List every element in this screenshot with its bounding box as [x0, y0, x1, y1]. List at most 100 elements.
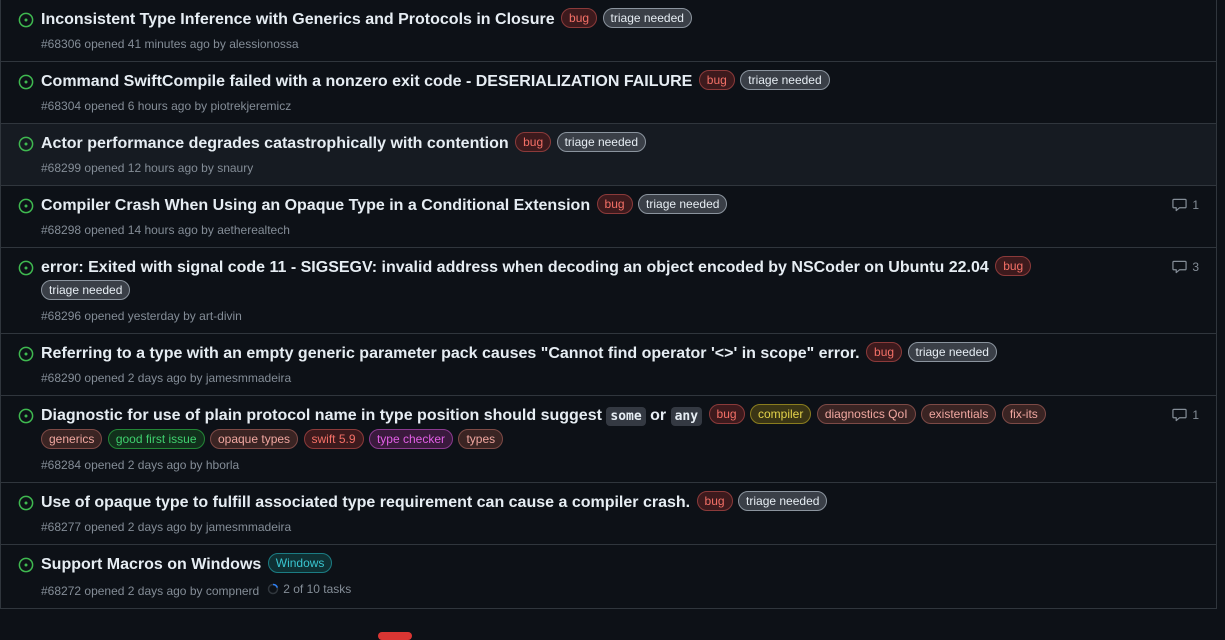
issue-row: Command SwiftCompile failed with a nonze…	[1, 62, 1216, 124]
label-triage-needed[interactable]: triage needed	[556, 132, 646, 152]
issue-meta: #68304 opened 6 hours ago by piotrekjere…	[41, 97, 1096, 115]
issue-author-link[interactable]: piotrekjeremicz	[211, 99, 292, 113]
issue-title-link[interactable]: Diagnostic for use of plain protocol nam…	[41, 407, 703, 426]
issue-number: #68290	[41, 371, 82, 385]
issue-meta: #68298 opened 14 hours ago by aetherealt…	[41, 221, 1096, 239]
label-bug[interactable]: bug	[698, 70, 735, 90]
comment-count-link[interactable]: 3	[1172, 259, 1199, 274]
label-triage-needed[interactable]: triage needed	[738, 491, 828, 511]
issue-opened-icon	[18, 557, 34, 573]
issue-opened-text: opened yesterday by	[84, 309, 196, 323]
label-bug[interactable]: bug	[596, 194, 633, 214]
label-compiler[interactable]: compiler	[750, 404, 812, 424]
label-swift-5-9[interactable]: swift 5.9	[303, 429, 364, 449]
issue-title-link[interactable]: Inconsistent Type Inference with Generic…	[41, 11, 555, 28]
label-bug[interactable]: bug	[708, 404, 745, 424]
unread-badge	[378, 632, 412, 640]
label-bug[interactable]: bug	[561, 8, 598, 28]
issue-author-link[interactable]: alessionossa	[229, 37, 298, 51]
label-triage-needed[interactable]: triage needed	[602, 8, 692, 28]
issue-labels: bug triage needed	[696, 491, 829, 511]
issue-title-line: Command SwiftCompile failed with a nonze…	[41, 70, 1096, 94]
issue-row: Referring to a type with an empty generi…	[1, 334, 1216, 396]
label-fix-its[interactable]: fix-its	[1001, 404, 1046, 424]
issue-number: #68272	[41, 584, 82, 598]
label-triage-needed[interactable]: triage needed	[907, 342, 997, 362]
label-generics[interactable]: generics	[41, 429, 103, 449]
label-bug[interactable]: bug	[515, 132, 552, 152]
issue-author-link[interactable]: art-divin	[199, 309, 242, 323]
issue-row: Diagnostic for use of plain protocol nam…	[1, 396, 1216, 483]
inline-code: any	[670, 407, 703, 426]
issue-labels: bug triage needed	[698, 70, 831, 90]
issue-labels: bug triage needed	[596, 194, 729, 214]
issue-title-line: Actor performance degrades catastrophica…	[41, 132, 1096, 156]
issue-title-link[interactable]: Actor performance degrades catastrophica…	[41, 135, 509, 152]
issue-meta: #68284 opened 2 days ago by hborla	[41, 456, 1096, 474]
label-good-first-issue[interactable]: good first issue	[107, 429, 205, 449]
issue-opened-text: opened 2 days ago by	[84, 584, 203, 598]
comment-count: 3	[1192, 259, 1199, 274]
issue-title-line: Use of opaque type to fulfill associated…	[41, 491, 1096, 515]
label-bug[interactable]: bug	[866, 342, 903, 362]
issue-labels: bug triage needed	[515, 132, 647, 152]
issue-title-line: Referring to a type with an empty generi…	[41, 342, 1096, 366]
label-triage-needed[interactable]: triage needed	[638, 194, 728, 214]
title-text: Diagnostic for use of plain protocol nam…	[41, 407, 607, 424]
task-progress-text: 2 of 10 tasks	[283, 582, 352, 596]
label-bug[interactable]: bug	[696, 491, 733, 511]
label-type-checker[interactable]: type checker	[368, 429, 454, 449]
issue-author-link[interactable]: hborla	[206, 458, 239, 472]
label-triage-needed[interactable]: triage needed	[41, 280, 131, 300]
issue-title-link[interactable]: Compiler Crash When Using an Opaque Type…	[41, 197, 590, 214]
issue-title-line: Diagnostic for use of plain protocol nam…	[41, 404, 1096, 453]
issue-title-link[interactable]: error: Exited with signal code 11 - SIGS…	[41, 259, 989, 276]
issue-opened-icon	[18, 198, 34, 214]
comment-count-link[interactable]: 1	[1172, 407, 1199, 422]
label-types[interactable]: types	[458, 429, 504, 449]
comment-icon	[1172, 198, 1187, 212]
issue-title-link[interactable]: Referring to a type with an empty generi…	[41, 345, 860, 362]
issue-title-link[interactable]: Support Macros on Windows	[41, 556, 261, 573]
issue-author-link[interactable]: jamesmmadeira	[206, 520, 291, 534]
issue-labels: Windows	[267, 553, 334, 573]
issue-opened-text: opened 2 days ago by	[84, 371, 203, 385]
issue-number: #68298	[41, 223, 82, 237]
issue-author-link[interactable]: jamesmmadeira	[206, 371, 291, 385]
issue-row: Actor performance degrades catastrophica…	[1, 124, 1216, 186]
comment-icon	[1172, 260, 1187, 274]
issue-author-link[interactable]: compnerd	[206, 584, 259, 598]
inline-code: some	[606, 407, 646, 426]
comment-count: 1	[1192, 407, 1199, 422]
issue-title-line: Compiler Crash When Using an Opaque Type…	[41, 194, 1096, 218]
label-diagnostics-qoi[interactable]: diagnostics QoI	[816, 404, 916, 424]
issue-opened-icon	[18, 495, 34, 511]
issue-title-link[interactable]: Use of opaque type to fulfill associated…	[41, 494, 690, 511]
issue-labels: bug triage needed	[561, 8, 693, 28]
comment-count-link[interactable]: 1	[1172, 197, 1199, 212]
task-progress[interactable]: 2 of 10 tasks	[267, 580, 351, 598]
issue-number: #68277	[41, 520, 82, 534]
label-bug[interactable]: bug	[995, 256, 1032, 276]
issue-row: Compiler Crash When Using an Opaque Type…	[1, 186, 1216, 248]
label-triage-needed[interactable]: triage needed	[740, 70, 830, 90]
issue-title-line: Support Macros on Windows Windows	[41, 553, 1096, 577]
issue-opened-icon	[18, 408, 34, 424]
issue-meta: #68277 opened 2 days ago by jamesmmadeir…	[41, 518, 1096, 536]
issue-opened-icon	[18, 136, 34, 152]
label-windows[interactable]: Windows	[267, 553, 333, 573]
label-existentials[interactable]: existentials	[920, 404, 997, 424]
issue-list: Inconsistent Type Inference with Generic…	[0, 0, 1217, 609]
issue-opened-text: opened 2 days ago by	[84, 458, 203, 472]
label-opaque-types[interactable]: opaque types	[209, 429, 299, 449]
issue-meta: #68306 opened 41 minutes ago by alession…	[41, 35, 1096, 53]
issue-title-link[interactable]: Command SwiftCompile failed with a nonze…	[41, 73, 692, 90]
issue-author-link[interactable]: aetherealtech	[217, 223, 290, 237]
task-progress-icon	[267, 583, 279, 595]
issue-author-link[interactable]: snaury	[217, 161, 253, 175]
issue-number: #68304	[41, 99, 82, 113]
issue-title-line: Inconsistent Type Inference with Generic…	[41, 8, 1096, 32]
issue-opened-text: opened 12 hours ago by	[84, 161, 214, 175]
issue-opened-icon	[18, 260, 34, 276]
issue-number: #68306	[41, 37, 82, 51]
